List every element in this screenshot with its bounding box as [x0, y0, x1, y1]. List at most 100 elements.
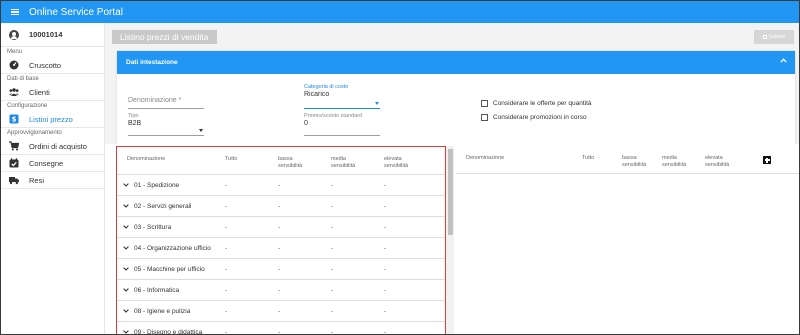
calendar-check-icon [9, 158, 19, 168]
row-cell-tutto: - [225, 287, 228, 294]
tipo-value: B2B [128, 120, 142, 127]
user-row[interactable]: 10001014 [1, 23, 104, 47]
table-row[interactable]: 02 - Servizi generali - - - - [117, 196, 445, 217]
row-cell-media: - [331, 203, 334, 210]
categoria-value: Ricarico [304, 91, 330, 98]
chevron-up-icon[interactable] [780, 58, 787, 63]
app-window: Online Service Portal 10001014 Menu Crus… [0, 0, 800, 335]
row-cell-elevata: - [384, 329, 387, 335]
row-cell-media: - [331, 224, 334, 231]
table-row[interactable]: 08 - Igiene e pulizia - - - - [117, 301, 445, 322]
sidebar-item-label: Resi [29, 175, 45, 185]
truck-icon [9, 175, 19, 185]
sidebar-item-ordini-di-acquisto[interactable]: Ordini di acquisto [1, 138, 104, 155]
section-label-configurazione: Configurazione [7, 103, 48, 109]
sidebar: 10001014 Menu Cruscotto Dati di base Cli… [1, 23, 105, 334]
chevron-down-icon[interactable] [123, 204, 129, 208]
app-title: Online Service Portal [29, 6, 123, 18]
section-label-approvvigionamento: Approvvigionamento [7, 130, 62, 136]
cart-icon [9, 141, 19, 151]
col-header-tutto[interactable]: Tutto [225, 156, 237, 163]
chevron-down-icon[interactable] [123, 330, 129, 334]
dropdown-caret-icon [375, 102, 379, 105]
table-row[interactable]: 04 - Organizzazione ufficio - - - - [117, 238, 445, 259]
chevron-down-icon[interactable] [123, 246, 129, 250]
sidebar-item-consegne[interactable]: Consegne [1, 155, 104, 172]
table-row[interactable]: 05 - Macchine per ufficio - - - - [117, 259, 445, 280]
col-header-media[interactable]: media sensibilità [331, 156, 363, 169]
app-bar: Online Service Portal [1, 1, 799, 23]
checkbox-box[interactable] [481, 114, 488, 121]
chevron-down-icon[interactable] [123, 267, 129, 271]
add-icon[interactable] [763, 156, 771, 164]
col-header-denominazione[interactable]: Denominazione [466, 155, 504, 162]
row-cell-elevata: - [384, 266, 387, 273]
section-label-menu: Menu [7, 49, 23, 55]
chevron-down-icon[interactable] [123, 288, 129, 292]
premio-sconto-field[interactable]: Premio/sconto standard 0 [304, 113, 380, 136]
menu-icon[interactable] [11, 8, 19, 16]
row-cell-tutto: - [225, 329, 228, 335]
denominazione-field[interactable]: Denominazione * [128, 95, 204, 109]
table-row[interactable]: 01 - Spedizione - - - - [117, 175, 445, 196]
vertical-scrollbar[interactable] [446, 146, 454, 334]
row-name: 06 - Informatica [134, 287, 180, 294]
row-cell-media: - [331, 287, 334, 294]
col-header-bassa[interactable]: bassa sensibilità [622, 155, 654, 168]
checkbox-box[interactable] [481, 100, 488, 107]
row-name: 08 - Igiene e pulizia [134, 308, 191, 315]
users-icon [9, 87, 19, 97]
premio-value: 0 [304, 120, 308, 127]
sidebar-item-cruscotto[interactable]: Cruscotto [1, 57, 104, 74]
svg-text:$: $ [12, 116, 17, 124]
header-data-card-title-bar[interactable]: Dati intestazione [117, 51, 795, 74]
table-header: Denominazione Tutto bassa sensibilità me… [117, 147, 445, 175]
chevron-down-icon[interactable] [123, 309, 129, 313]
sidebar-item-label: Cruscotto [29, 60, 62, 70]
section-label-dati-di-base: Dati di base [7, 76, 39, 82]
checkbox-promozioni[interactable]: Considerare promozioni in corso [481, 114, 587, 121]
categoria-select[interactable]: Categoria di costo Ricarico [304, 84, 380, 109]
row-name: 02 - Servizi generali [134, 203, 192, 210]
dropdown-caret-icon [199, 129, 203, 132]
sidebar-item-clienti[interactable]: Clienti [1, 84, 104, 101]
table-row[interactable]: 03 - Scrittura - - - - [117, 217, 445, 238]
col-header-elevata[interactable]: elevata sensibilità [705, 155, 737, 168]
chevron-down-icon[interactable] [123, 225, 129, 229]
row-name: 09 - Disegno e didattica [134, 329, 203, 335]
col-header-tutto[interactable]: Tutto [582, 155, 594, 162]
row-cell-elevata: - [384, 245, 387, 252]
sidebar-item-resi[interactable]: Resi [1, 172, 104, 189]
row-cell-bassa: - [278, 287, 281, 294]
col-header-elevata[interactable]: elevata sensibilità [384, 156, 416, 169]
col-header-bassa[interactable]: bassa sensibilità [278, 156, 310, 169]
tipo-label: Tipo [128, 113, 139, 119]
row-cell-media: - [331, 266, 334, 273]
table-row[interactable]: 06 - Informatica - - - - [117, 280, 445, 301]
scrollbar-thumb[interactable] [447, 149, 453, 235]
sidebar-item-label: Clienti [29, 87, 50, 97]
row-cell-bassa: - [278, 308, 281, 315]
field-underline [128, 135, 204, 136]
tipo-select[interactable]: Tipo B2B [128, 113, 204, 136]
page-title: Listino prezzi di vendita [112, 30, 217, 44]
checkbox-offerte-quantita[interactable]: Considerare le offerte per quantità [481, 100, 592, 107]
row-cell-bassa: - [278, 329, 281, 335]
row-cell-elevata: - [384, 224, 387, 231]
table-header: Denominazione Tutto bassa sensibilità me… [456, 146, 799, 174]
sidebar-item-label: Listini prezzo [29, 114, 73, 124]
row-name: 03 - Scrittura [134, 224, 172, 231]
table-body: 01 - Spedizione - - - - 02 - Servizi generali… [117, 175, 445, 335]
save-button[interactable]: Salvare [754, 30, 794, 44]
row-cell-tutto: - [225, 224, 228, 231]
table-row[interactable]: 09 - Disegno e didattica - - - - [117, 322, 445, 335]
row-cell-elevata: - [384, 287, 387, 294]
row-cell-tutto: - [225, 308, 228, 315]
sidebar-item-listini-prezzo[interactable]: $ Listini prezzo [1, 111, 104, 128]
premio-label: Premio/sconto standard [304, 113, 363, 119]
row-cell-bassa: - [278, 266, 281, 273]
chevron-down-icon[interactable] [123, 183, 129, 187]
row-cell-bassa: - [278, 182, 281, 189]
col-header-denominazione[interactable]: Denominazione [127, 156, 165, 163]
col-header-media[interactable]: media sensibilità [662, 155, 694, 168]
